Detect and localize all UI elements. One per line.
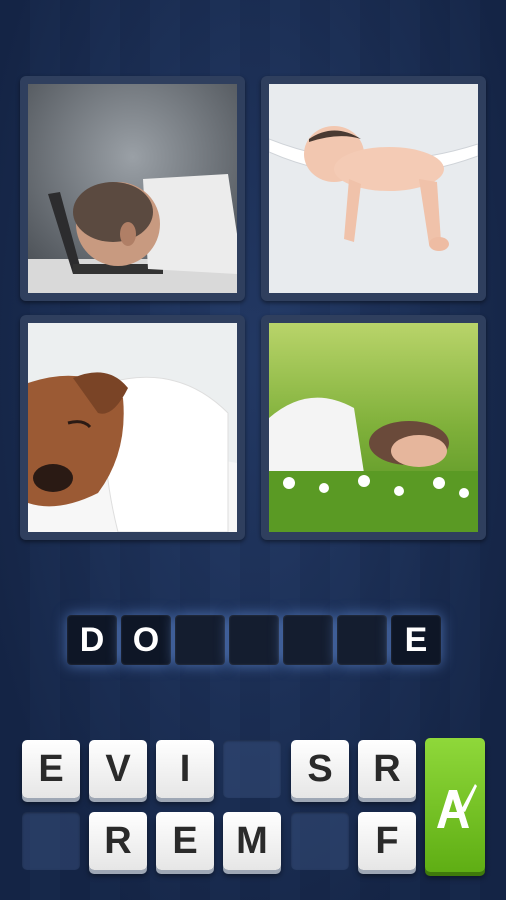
answer-slot-6[interactable] [337,615,387,665]
letter-tile[interactable]: R [89,812,147,870]
answer-slot-5[interactable] [283,615,333,665]
answer-slot-4[interactable] [229,615,279,665]
picture-3[interactable] [20,315,245,540]
letter-tile[interactable]: I [156,740,214,798]
picture-grid [20,76,486,540]
dog-in-bed-icon [28,323,237,532]
letter-tile[interactable]: F [358,812,416,870]
picture-1[interactable] [20,76,245,301]
empty-tile-slot [291,812,349,870]
picture-4[interactable] [261,315,486,540]
woman-in-grass-icon [269,323,478,532]
letter-tile[interactable]: R [358,740,416,798]
man-on-laptop-icon [28,84,237,293]
letter-tile[interactable]: V [89,740,147,798]
empty-tile-slot [223,740,281,798]
answer-slot-2[interactable]: O [121,615,171,665]
baby-in-hammock-icon [269,84,478,293]
letter-tile[interactable]: E [22,740,80,798]
letter-tile[interactable]: M [223,812,281,870]
empty-tile-slot [22,812,80,870]
picture-2[interactable] [261,76,486,301]
letter-tile[interactable]: S [291,740,349,798]
answer-slot-3[interactable] [175,615,225,665]
paintbrush-a-icon [437,784,477,828]
hint-button[interactable] [425,738,485,872]
letter-tile[interactable]: E [156,812,214,870]
answer-slot-1[interactable]: D [67,615,117,665]
answer-slot-7[interactable]: E [391,615,441,665]
